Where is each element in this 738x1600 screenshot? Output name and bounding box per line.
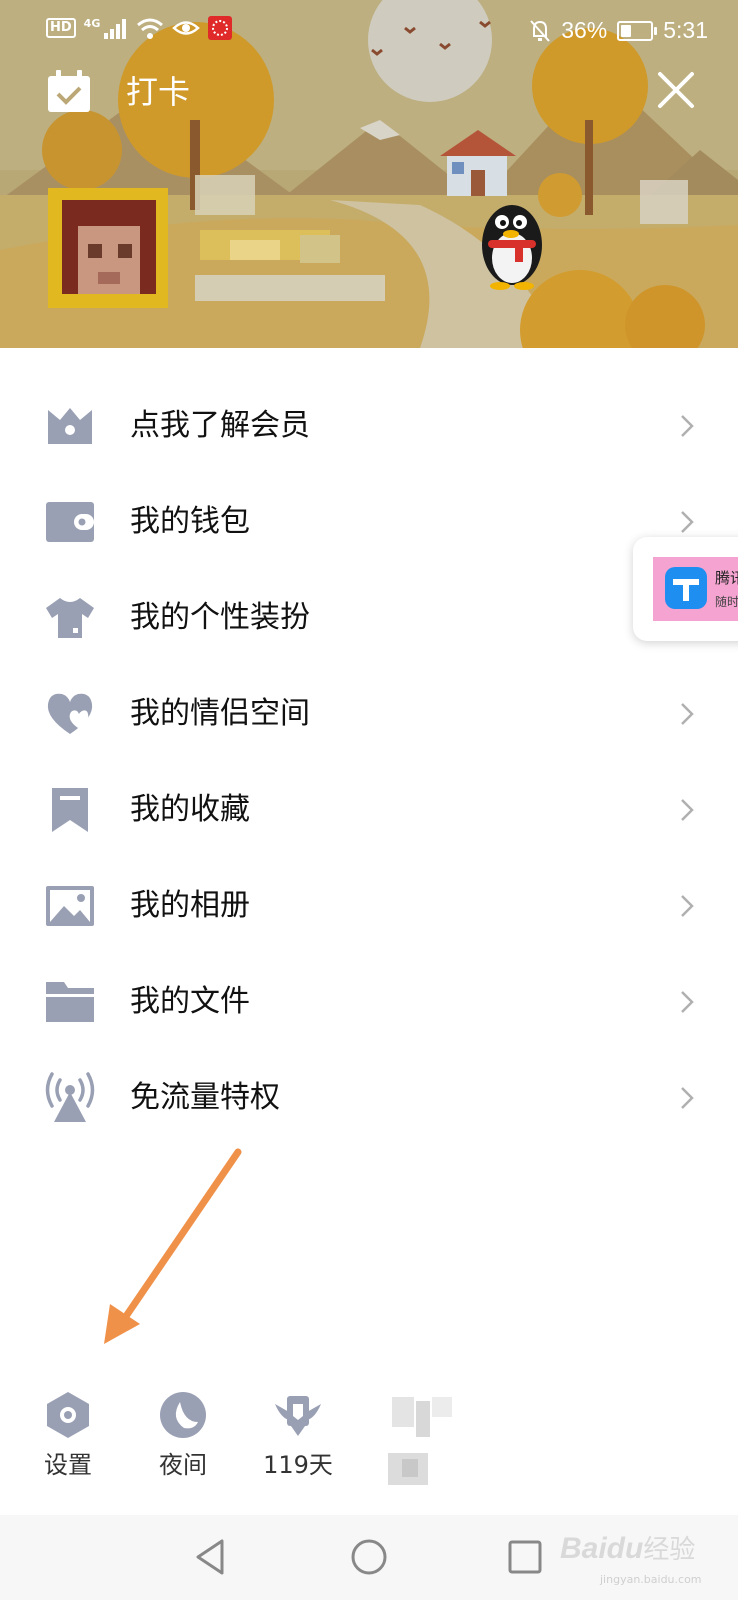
wallet-icon bbox=[46, 502, 94, 542]
chevron-right-icon bbox=[681, 511, 694, 533]
settings-button[interactable]: 设置 bbox=[23, 1390, 113, 1500]
winged-badge-icon bbox=[275, 1396, 321, 1436]
status-bar-right: 36% 5:31 bbox=[529, 17, 708, 44]
level-days-button[interactable]: 119天 bbox=[253, 1390, 343, 1500]
menu-label: 我的收藏 bbox=[130, 792, 250, 827]
tencent-app-logo-icon bbox=[665, 567, 707, 609]
floating-ad-card[interactable]: 腾讯 随时 bbox=[633, 537, 738, 641]
menu-item-free-data[interactable]: 免流量特权 bbox=[0, 1050, 738, 1146]
status-bar: HD 4G 36% 5:31 bbox=[0, 0, 738, 62]
ad-title: 腾讯 bbox=[715, 569, 738, 587]
status-bar-left: HD 4G bbox=[46, 16, 233, 40]
network-type-label: 4G bbox=[83, 16, 101, 30]
recents-icon[interactable] bbox=[503, 1535, 547, 1579]
photo-icon bbox=[46, 886, 94, 926]
menu-item-couple-space[interactable]: 我的情侣空间 bbox=[0, 666, 738, 762]
system-nav-bar: Baidu经验 jingyan.baidu.com bbox=[0, 1515, 738, 1600]
ad-banner: 腾讯 随时 bbox=[653, 557, 738, 621]
shirt-icon bbox=[46, 598, 94, 638]
avatar bbox=[48, 188, 168, 308]
settings-hexagon-icon bbox=[47, 1392, 89, 1438]
annotation-arrow bbox=[104, 1148, 242, 1344]
eye-icon bbox=[172, 21, 201, 35]
menu-label: 我的文件 bbox=[130, 984, 250, 1019]
pixelated-weather-widget[interactable] bbox=[382, 1395, 458, 1495]
menu-label: 免流量特权 bbox=[130, 1080, 280, 1115]
chevron-right-icon bbox=[681, 991, 694, 1013]
menu-label: 我的个性装扮 bbox=[130, 600, 310, 635]
bookmark-icon bbox=[52, 788, 88, 832]
close-icon[interactable] bbox=[652, 66, 700, 114]
calendar-check-icon[interactable] bbox=[46, 68, 92, 114]
checkin-label[interactable]: 打卡 bbox=[126, 70, 190, 114]
menu-label: 我的钱包 bbox=[130, 504, 250, 539]
watermark-cn-text: 经验 bbox=[643, 1534, 696, 1564]
signal-tower-icon bbox=[45, 1072, 95, 1122]
chevron-right-icon bbox=[681, 895, 694, 917]
back-icon[interactable] bbox=[190, 1535, 234, 1579]
menu-item-favorites[interactable]: 我的收藏 bbox=[0, 762, 738, 858]
watermark-text: Baidu bbox=[560, 1532, 644, 1565]
app-notification-icon bbox=[208, 16, 233, 40]
home-icon[interactable] bbox=[347, 1535, 391, 1579]
watermark-url: jingyan.baidu.com bbox=[600, 1573, 702, 1586]
night-mode-button[interactable]: 夜间 bbox=[138, 1390, 228, 1500]
wifi-icon bbox=[137, 18, 164, 39]
battery-icon bbox=[617, 20, 658, 41]
moon-icon bbox=[160, 1392, 206, 1438]
chevron-right-icon bbox=[681, 1087, 694, 1109]
battery-percent: 36% bbox=[561, 17, 608, 43]
crown-icon bbox=[48, 408, 92, 444]
chevron-right-icon bbox=[681, 703, 694, 725]
chevron-right-icon bbox=[681, 799, 694, 821]
baidu-watermark: Baidu经验 bbox=[560, 1529, 695, 1566]
mute-bell-icon bbox=[530, 19, 550, 42]
menu-label: 点我了解会员 bbox=[130, 408, 310, 443]
ad-subtitle: 随时 bbox=[715, 595, 738, 609]
menu-item-theme[interactable]: 我的个性装扮 bbox=[0, 570, 738, 666]
menu-label: 我的相册 bbox=[130, 888, 250, 923]
chevron-right-icon bbox=[681, 415, 694, 437]
menu-item-album[interactable]: 我的相册 bbox=[0, 858, 738, 954]
cell-signal-icon bbox=[104, 19, 127, 39]
days-label: 119天 bbox=[263, 1451, 333, 1479]
hd-badge: HD bbox=[46, 18, 76, 38]
settings-label: 设置 bbox=[44, 1451, 92, 1479]
menu-item-vip[interactable]: 点我了解会员 bbox=[0, 378, 738, 474]
menu-label: 我的情侣空间 bbox=[130, 696, 310, 731]
hearts-icon bbox=[47, 693, 93, 734]
folder-icon bbox=[46, 982, 94, 1022]
night-mode-label: 夜间 bbox=[159, 1451, 207, 1479]
menu-item-wallet[interactable]: 我的钱包 bbox=[0, 474, 738, 570]
clock: 5:31 bbox=[663, 17, 708, 43]
menu-item-files[interactable]: 我的文件 bbox=[0, 954, 738, 1050]
